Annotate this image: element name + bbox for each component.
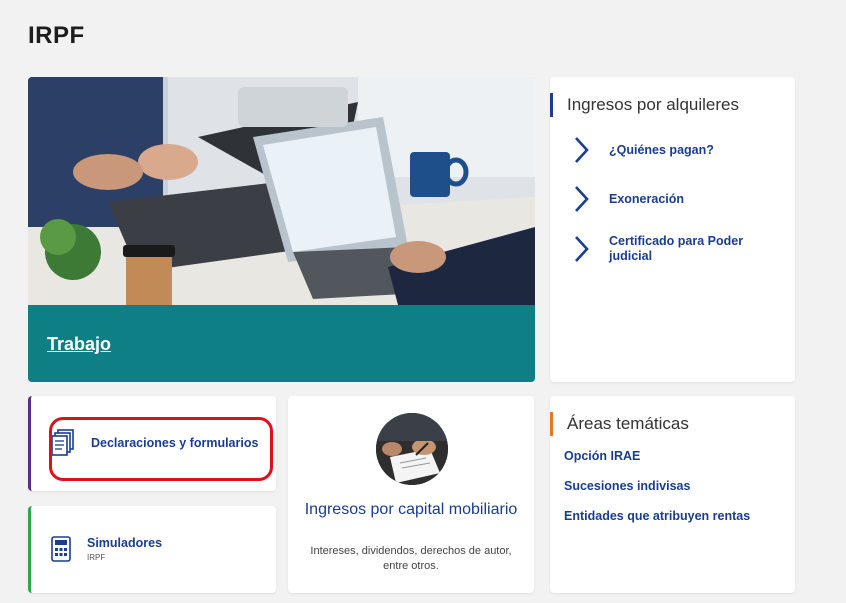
areas-card: Áreas temáticas Opción IRAE Sucesiones i… [550,396,795,593]
trabajo-link[interactable]: Trabajo [47,334,111,355]
documents-icon [51,429,74,456]
simulators-link[interactable]: Simuladores IRPF [51,536,162,562]
link-entidades-rentas[interactable]: Entidades que atribuyen rentas [564,509,750,523]
link-sucesiones-indivisas[interactable]: Sucesiones indivisas [564,479,690,493]
chevron-right-icon [575,236,589,262]
hero-band: Trabajo [28,305,535,382]
simulators-label: Simuladores [87,536,163,550]
link-label: Certificado para Poder judicial [609,234,744,263]
declarations-card[interactable]: Declaraciones y formularios [28,396,276,491]
chevron-right-icon [575,137,589,163]
simulators-card[interactable]: Simuladores IRPF [28,506,276,593]
capital-description: Intereses, dividendos, derechos de autor… [310,545,512,572]
calculator-icon [51,536,71,562]
rentals-heading: Ingresos por alquileres [550,93,739,117]
link-label: ¿Quiénes pagan? [609,142,714,157]
rentals-card: Ingresos por alquileres ¿Quiénes pagan? … [550,77,795,382]
page-title: IRPF [28,22,85,49]
link-label: Exoneración [609,191,685,206]
link-certificado[interactable]: Certificado para Poder judicial [570,234,790,264]
capital-title[interactable]: Ingresos por capital mobiliario [288,500,534,520]
simulators-sublabel: IRPF [87,553,106,562]
capital-card[interactable]: Ingresos por capital mobiliario Interese… [288,396,534,593]
link-opcion-irae[interactable]: Opción IRAE [564,449,640,463]
link-quienes-pagan[interactable]: ¿Quiénes pagan? [570,135,790,165]
signing-document-image [376,413,448,485]
hero-card[interactable]: Trabajo [28,77,535,382]
declarations-label: Declaraciones y formularios [91,436,259,450]
chevron-right-icon [575,186,589,212]
areas-heading: Áreas temáticas [550,412,689,436]
hero-photo [28,77,535,305]
link-exoneracion[interactable]: Exoneración [570,184,790,214]
declarations-link[interactable]: Declaraciones y formularios [51,429,258,457]
